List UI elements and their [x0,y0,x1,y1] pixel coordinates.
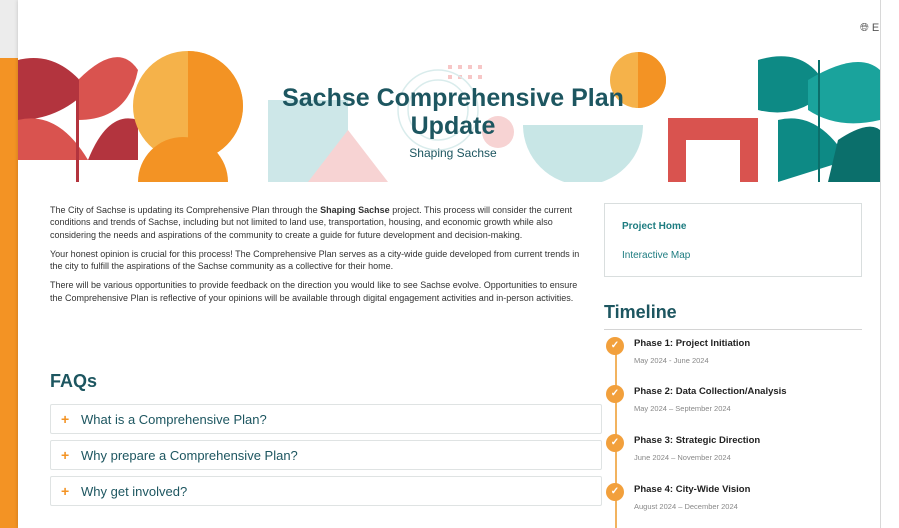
quick-links-box: Project Home Interactive Map [604,203,862,277]
plus-icon: + [61,447,70,463]
phase-name: Phase 3: Strategic Direction [634,435,761,446]
timeline-phase-4: ✓ Phase 4: City-Wide Vision August 2024 … [606,483,866,523]
check-icon: ✓ [606,434,624,452]
project-home-link[interactable]: Project Home [622,221,686,232]
language-label: Engl [871,22,880,34]
faq-item-why-prepare[interactable]: + Why prepare a Comprehensive Plan? [50,440,602,470]
timeline-phase-1: ✓ Phase 1: Project Initiation May 2024 -… [606,337,866,377]
phase-dates: August 2024 – December 2024 [634,502,738,511]
plus-icon: + [61,483,70,499]
phase-name: Phase 1: Project Initiation [634,338,751,349]
interactive-map-link[interactable]: Interactive Map [622,250,690,261]
hero-banner: Sachse Comprehensive Plan Update Shaping… [18,50,880,182]
scrollbar-strip[interactable] [880,0,899,528]
timeline-heading: Timeline [604,302,677,322]
orange-side-band [0,58,18,528]
intro-paragraph-3: There will be various opportunities to p… [50,280,578,303]
language-selector[interactable]: 🌐︎ Engl [860,22,880,35]
check-icon: ✓ [606,483,624,501]
phase-name: Phase 4: City-Wide Vision [634,484,751,495]
shaping-sachse-bold: Shaping Sachse [320,205,390,215]
phase-dates: May 2024 – September 2024 [634,404,731,413]
check-icon: ✓ [606,337,624,355]
phase-name: Phase 2: Data Collection/Analysis [634,386,787,397]
intro-paragraph-2: Your honest opinion is crucial for this … [50,248,580,272]
phase-dates: May 2024 - June 2024 [634,356,709,365]
intro-paragraph-1: The City of Sachse is updating its Compr… [50,205,573,240]
faqs-heading: FAQs [50,371,98,391]
page-subtitle: Shaping Sachse [409,146,497,160]
globe-icon: 🌐︎ [860,22,869,34]
phase-dates: June 2024 – November 2024 [634,453,731,462]
timeline-phase-2: ✓ Phase 2: Data Collection/Analysis May … [606,385,866,425]
page-title: Sachse Comprehensive Plan Update [282,84,624,140]
faq-question: What is a Comprehensive Plan? [81,411,267,427]
timeline-phase-3: ✓ Phase 3: Strategic Direction June 2024… [606,434,866,474]
page-container: 🌐︎ Engl [18,0,880,528]
faq-question: Why get involved? [81,483,188,499]
faq-item-what[interactable]: + What is a Comprehensive Plan? [50,404,602,434]
plus-icon: + [61,411,70,427]
check-icon: ✓ [606,385,624,403]
timeline-divider [604,329,862,330]
faq-item-why-involved[interactable]: + Why get involved? [50,476,602,506]
faq-question: Why prepare a Comprehensive Plan? [81,447,298,463]
intro-text: The City of Sachse is updating its Compr… [50,204,590,311]
